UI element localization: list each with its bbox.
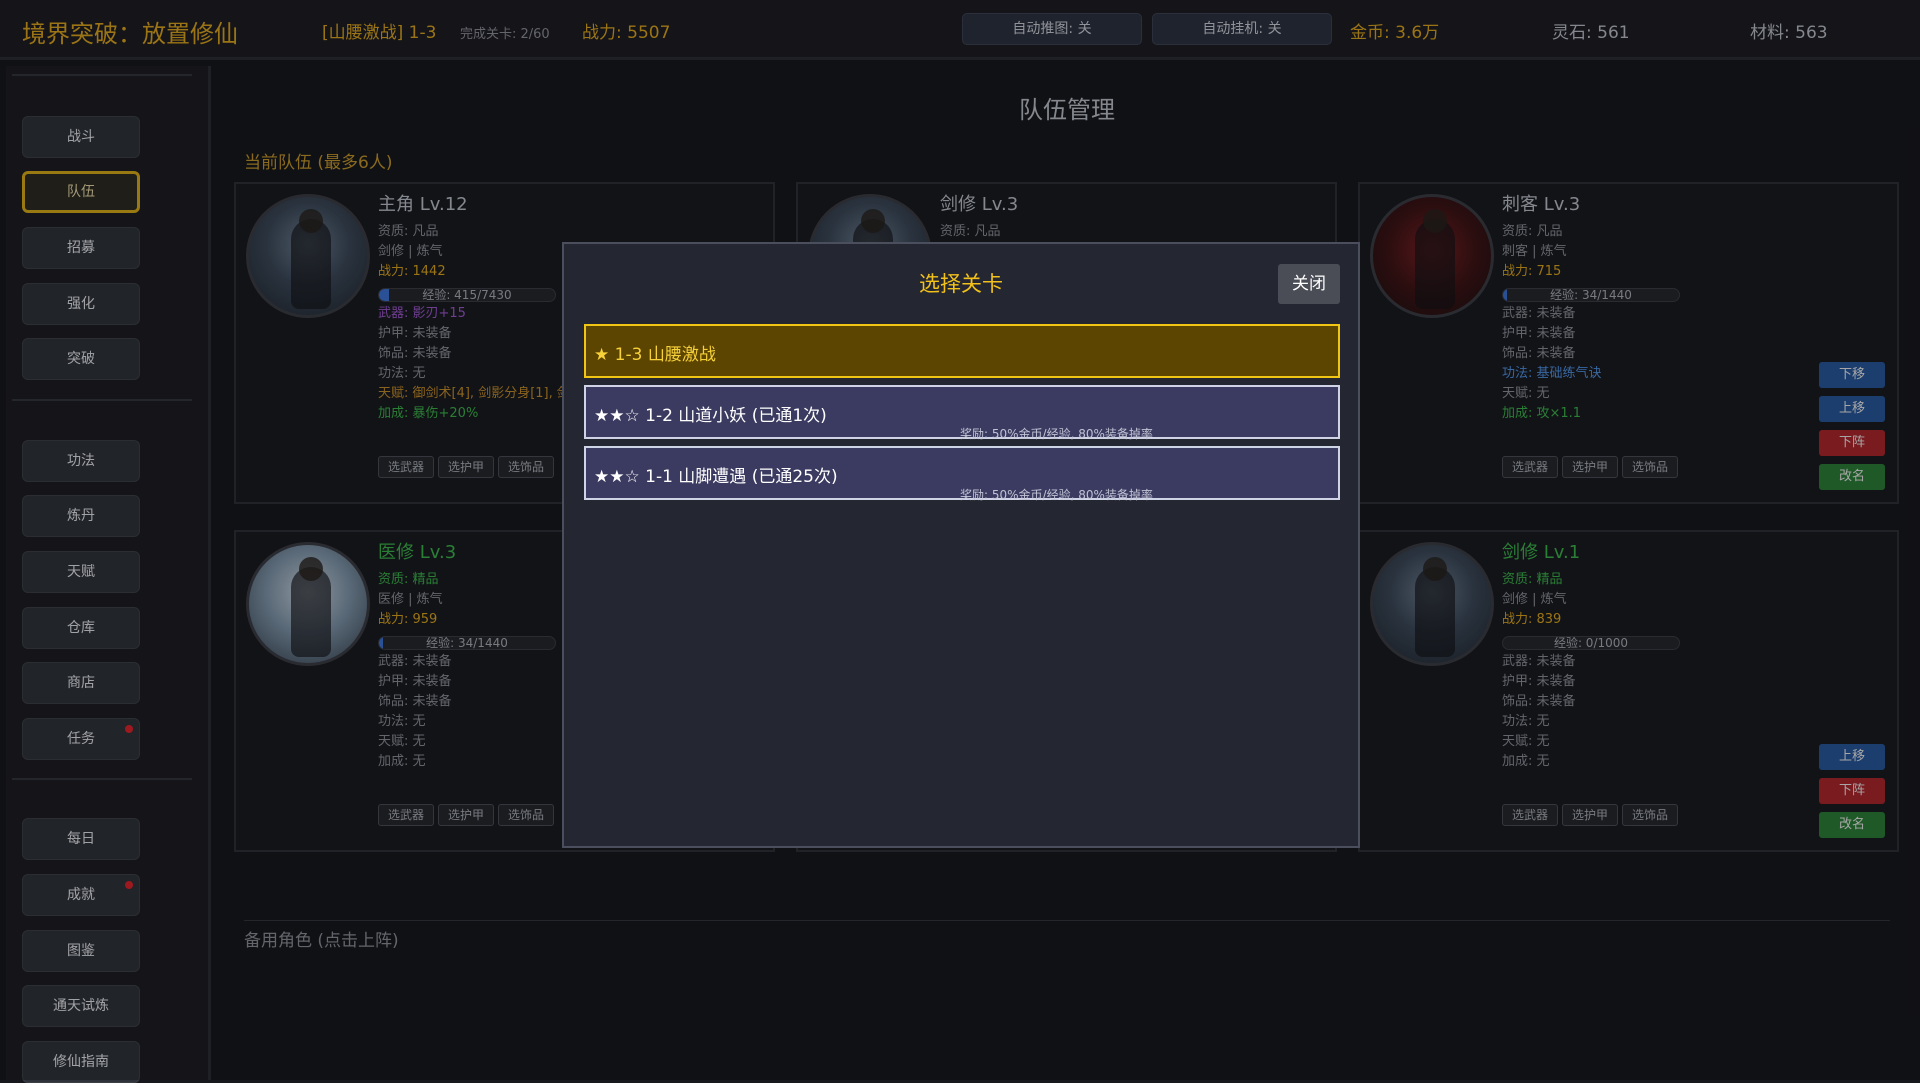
close-button[interactable]: 关闭 <box>1278 264 1340 304</box>
level-label: ★★☆ 1-1 山脚遭遇 (已通25次) <box>594 467 838 487</box>
level-label: ★★☆ 1-2 山道小妖 (已通1次) <box>594 406 827 426</box>
level-option[interactable]: ★★☆ 1-2 山道小妖 (已通1次) 奖励: 50%金币/经验, 80%装备掉… <box>584 385 1340 441</box>
level-option[interactable]: ★★☆ 1-1 山脚遭遇 (已通25次) 奖励: 50%金币/经验, 80%装备… <box>584 446 1340 502</box>
dialog-title: 选择关卡 <box>919 272 1003 296</box>
level-label: ★ 1-3 山腰激战 <box>594 345 716 365</box>
level-select-dialog: 选择关卡 关闭 ★ 1-3 山腰激战 ★★☆ 1-2 山道小妖 (已通1次) 奖… <box>562 242 1360 848</box>
level-reward: 奖励: 50%金币/经验, 80%装备掉率 <box>960 427 1153 441</box>
level-reward: 奖励: 50%金币/经验, 80%装备掉率 <box>960 488 1153 502</box>
level-option[interactable]: ★ 1-3 山腰激战 <box>584 324 1340 378</box>
